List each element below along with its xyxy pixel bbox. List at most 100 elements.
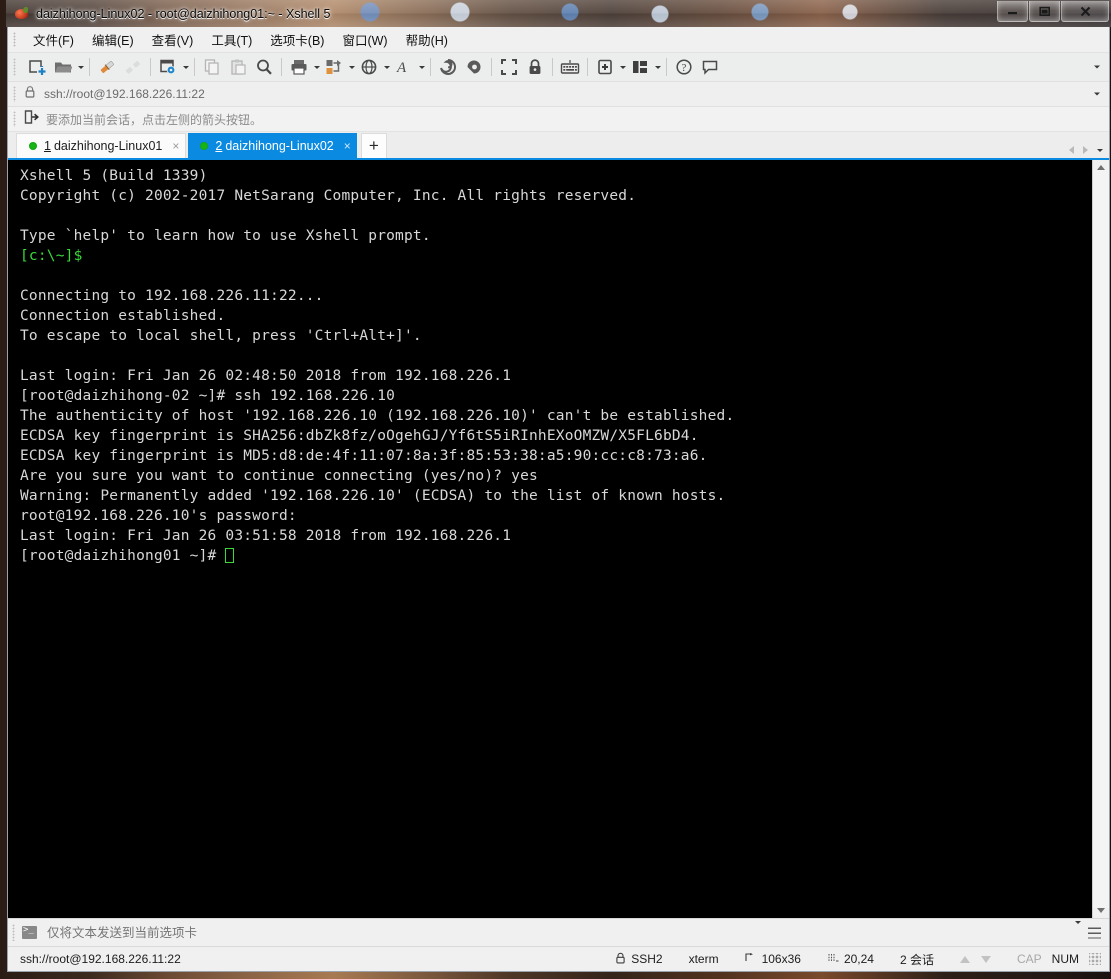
toolbar-separator bbox=[666, 58, 667, 76]
font-icon[interactable]: A bbox=[391, 55, 417, 79]
close-button[interactable] bbox=[1061, 1, 1109, 22]
terminal-line: Copyright (c) 2002-2017 NetSarang Comput… bbox=[20, 188, 637, 204]
minimize-button[interactable] bbox=[997, 1, 1028, 22]
status-num-lock: NUM bbox=[1051, 952, 1079, 966]
send-target-dropdown-icon[interactable] bbox=[1075, 920, 1081, 942]
xshell-window: daizhihong-Linux02 - root@daizhihong01:~… bbox=[6, 0, 1111, 973]
toolbar-separator bbox=[430, 58, 431, 76]
print-dropdown[interactable] bbox=[312, 56, 321, 78]
terminal-scrollbar[interactable] bbox=[1092, 160, 1109, 918]
upload-arrow-icon bbox=[959, 955, 970, 963]
toolbar-separator bbox=[281, 58, 282, 76]
send-text-input[interactable] bbox=[45, 924, 649, 941]
status-protocol-label: SSH2 bbox=[631, 952, 663, 966]
print-icon[interactable] bbox=[286, 55, 312, 79]
terminal-line: Xshell 5 (Build 1339) bbox=[20, 168, 208, 184]
toolbar-overflow-button[interactable] bbox=[1091, 65, 1103, 69]
tab-daizhihong-linux02[interactable]: 2 daizhihong-Linux02 × bbox=[188, 133, 357, 158]
send-options-menu-icon[interactable] bbox=[1088, 927, 1101, 938]
status-size: 106x36 bbox=[745, 952, 801, 967]
new-tab-button[interactable]: + bbox=[360, 133, 387, 158]
resize-grip[interactable] bbox=[1089, 953, 1101, 965]
menu-edit[interactable]: 编辑(E) bbox=[83, 27, 143, 52]
add-to-favorites-dropdown[interactable] bbox=[618, 56, 627, 78]
address-dropdown-button[interactable] bbox=[1091, 92, 1103, 96]
browser-icon[interactable] bbox=[356, 55, 382, 79]
keyboard-icon[interactable] bbox=[557, 55, 583, 79]
new-session-icon[interactable] bbox=[24, 55, 50, 79]
window-controls bbox=[997, 1, 1109, 22]
menu-window[interactable]: 窗口(W) bbox=[333, 27, 396, 52]
address-input[interactable]: ssh://root@192.168.226.11:22 bbox=[44, 87, 205, 101]
status-cursor: 20,24 bbox=[827, 952, 874, 967]
tab-close-icon[interactable]: × bbox=[344, 140, 351, 152]
menu-bar: 文件(F) 编辑(E) 查看(V) 工具(T) 选项卡(B) 窗口(W) 帮助(… bbox=[8, 27, 1109, 52]
transfer-dropdown[interactable] bbox=[347, 56, 356, 78]
fullscreen-icon[interactable] bbox=[496, 55, 522, 79]
menu-tools[interactable]: 工具(T) bbox=[202, 27, 261, 52]
tab-strip: 1 daizhihong-Linux01 × 2 daizhihong-Linu… bbox=[8, 132, 1109, 158]
tab-daizhihong-linux01[interactable]: 1 daizhihong-Linux01 × bbox=[16, 133, 187, 158]
add-session-hint-text: 要添加当前会话，点击左侧的箭头按钮。 bbox=[46, 112, 263, 127]
arrange-layout-icon[interactable] bbox=[627, 55, 653, 79]
xftp-icon[interactable] bbox=[435, 55, 461, 79]
open-folder-icon[interactable] bbox=[50, 55, 76, 79]
tab-label: daizhihong-Linux02 bbox=[225, 138, 334, 153]
status-protocol: SSH2 bbox=[615, 952, 663, 967]
menu-tabs[interactable]: 选项卡(B) bbox=[261, 27, 333, 52]
scrollbar-track[interactable] bbox=[1093, 170, 1109, 908]
terminal-area: Xshell 5 (Build 1339) Copyright (c) 2002… bbox=[8, 158, 1109, 918]
tab-list-dropdown-icon[interactable] bbox=[1097, 148, 1103, 152]
arrange-layout-dropdown[interactable] bbox=[653, 56, 662, 78]
tab-status-dot-icon bbox=[200, 141, 209, 150]
terminal-line: Warning: Permanently added '192.168.226.… bbox=[20, 488, 726, 504]
tab-scroll-left-icon[interactable] bbox=[1069, 146, 1074, 154]
xagent-icon[interactable] bbox=[461, 55, 487, 79]
terminal-line: Connecting to 192.168.226.11:22... bbox=[20, 288, 324, 304]
find-icon[interactable] bbox=[251, 55, 277, 79]
terminal-prompt: [root@daizhihong01 ~]# bbox=[20, 548, 226, 564]
feedback-icon[interactable] bbox=[697, 55, 723, 79]
toolbar-separator bbox=[194, 58, 195, 76]
tab-label: daizhihong-Linux01 bbox=[53, 139, 163, 153]
terminal-line: Connection established. bbox=[20, 308, 226, 324]
toolbar-separator bbox=[552, 58, 553, 76]
add-session-hint-bar: 要添加当前会话，点击左侧的箭头按钮。 bbox=[8, 107, 1109, 132]
open-folder-dropdown[interactable] bbox=[76, 56, 85, 78]
lock-icon bbox=[24, 85, 36, 103]
cursor-icon bbox=[827, 952, 839, 967]
toolbar-separator bbox=[150, 58, 151, 76]
copy-icon[interactable] bbox=[199, 55, 225, 79]
app-logo-icon bbox=[14, 6, 30, 22]
status-sessions: 2 会话 bbox=[899, 952, 934, 967]
tab-scroll-right-icon[interactable] bbox=[1083, 146, 1088, 154]
lock-icon[interactable] bbox=[522, 55, 548, 79]
add-session-icon[interactable] bbox=[24, 109, 40, 129]
paste-icon[interactable] bbox=[225, 55, 251, 79]
tab-status-dot-icon bbox=[29, 142, 37, 150]
font-dropdown[interactable] bbox=[417, 56, 426, 78]
toolbar-separator bbox=[491, 58, 492, 76]
window-body: 文件(F) 编辑(E) 查看(V) 工具(T) 选项卡(B) 窗口(W) 帮助(… bbox=[7, 27, 1110, 972]
scroll-down-icon[interactable] bbox=[1097, 908, 1105, 913]
address-bar[interactable]: ssh://root@192.168.226.11:22 bbox=[8, 81, 1109, 107]
help-icon[interactable]: ? bbox=[671, 55, 697, 79]
connect-icon[interactable] bbox=[94, 55, 120, 79]
menu-view[interactable]: 查看(V) bbox=[143, 27, 203, 52]
tab-number: 2 bbox=[215, 138, 223, 153]
menu-file[interactable]: 文件(F) bbox=[24, 27, 83, 52]
svg-text:?: ? bbox=[682, 62, 687, 74]
terminal-line: root@192.168.226.10's password: bbox=[20, 508, 297, 524]
add-to-favorites-icon[interactable] bbox=[592, 55, 618, 79]
transfer-icon[interactable] bbox=[321, 55, 347, 79]
browser-dropdown[interactable] bbox=[382, 56, 391, 78]
session-properties-icon[interactable] bbox=[155, 55, 181, 79]
tab-close-icon[interactable]: × bbox=[172, 140, 179, 152]
terminal-output[interactable]: Xshell 5 (Build 1339) Copyright (c) 2002… bbox=[8, 160, 1092, 918]
session-properties-dropdown[interactable] bbox=[181, 56, 190, 78]
menu-help[interactable]: 帮助(H) bbox=[397, 27, 457, 52]
maximize-button[interactable] bbox=[1029, 1, 1060, 22]
title-bar: daizhihong-Linux02 - root@daizhihong01:~… bbox=[6, 0, 1111, 27]
disconnect-icon[interactable] bbox=[120, 55, 146, 79]
svg-text:A: A bbox=[396, 60, 407, 76]
